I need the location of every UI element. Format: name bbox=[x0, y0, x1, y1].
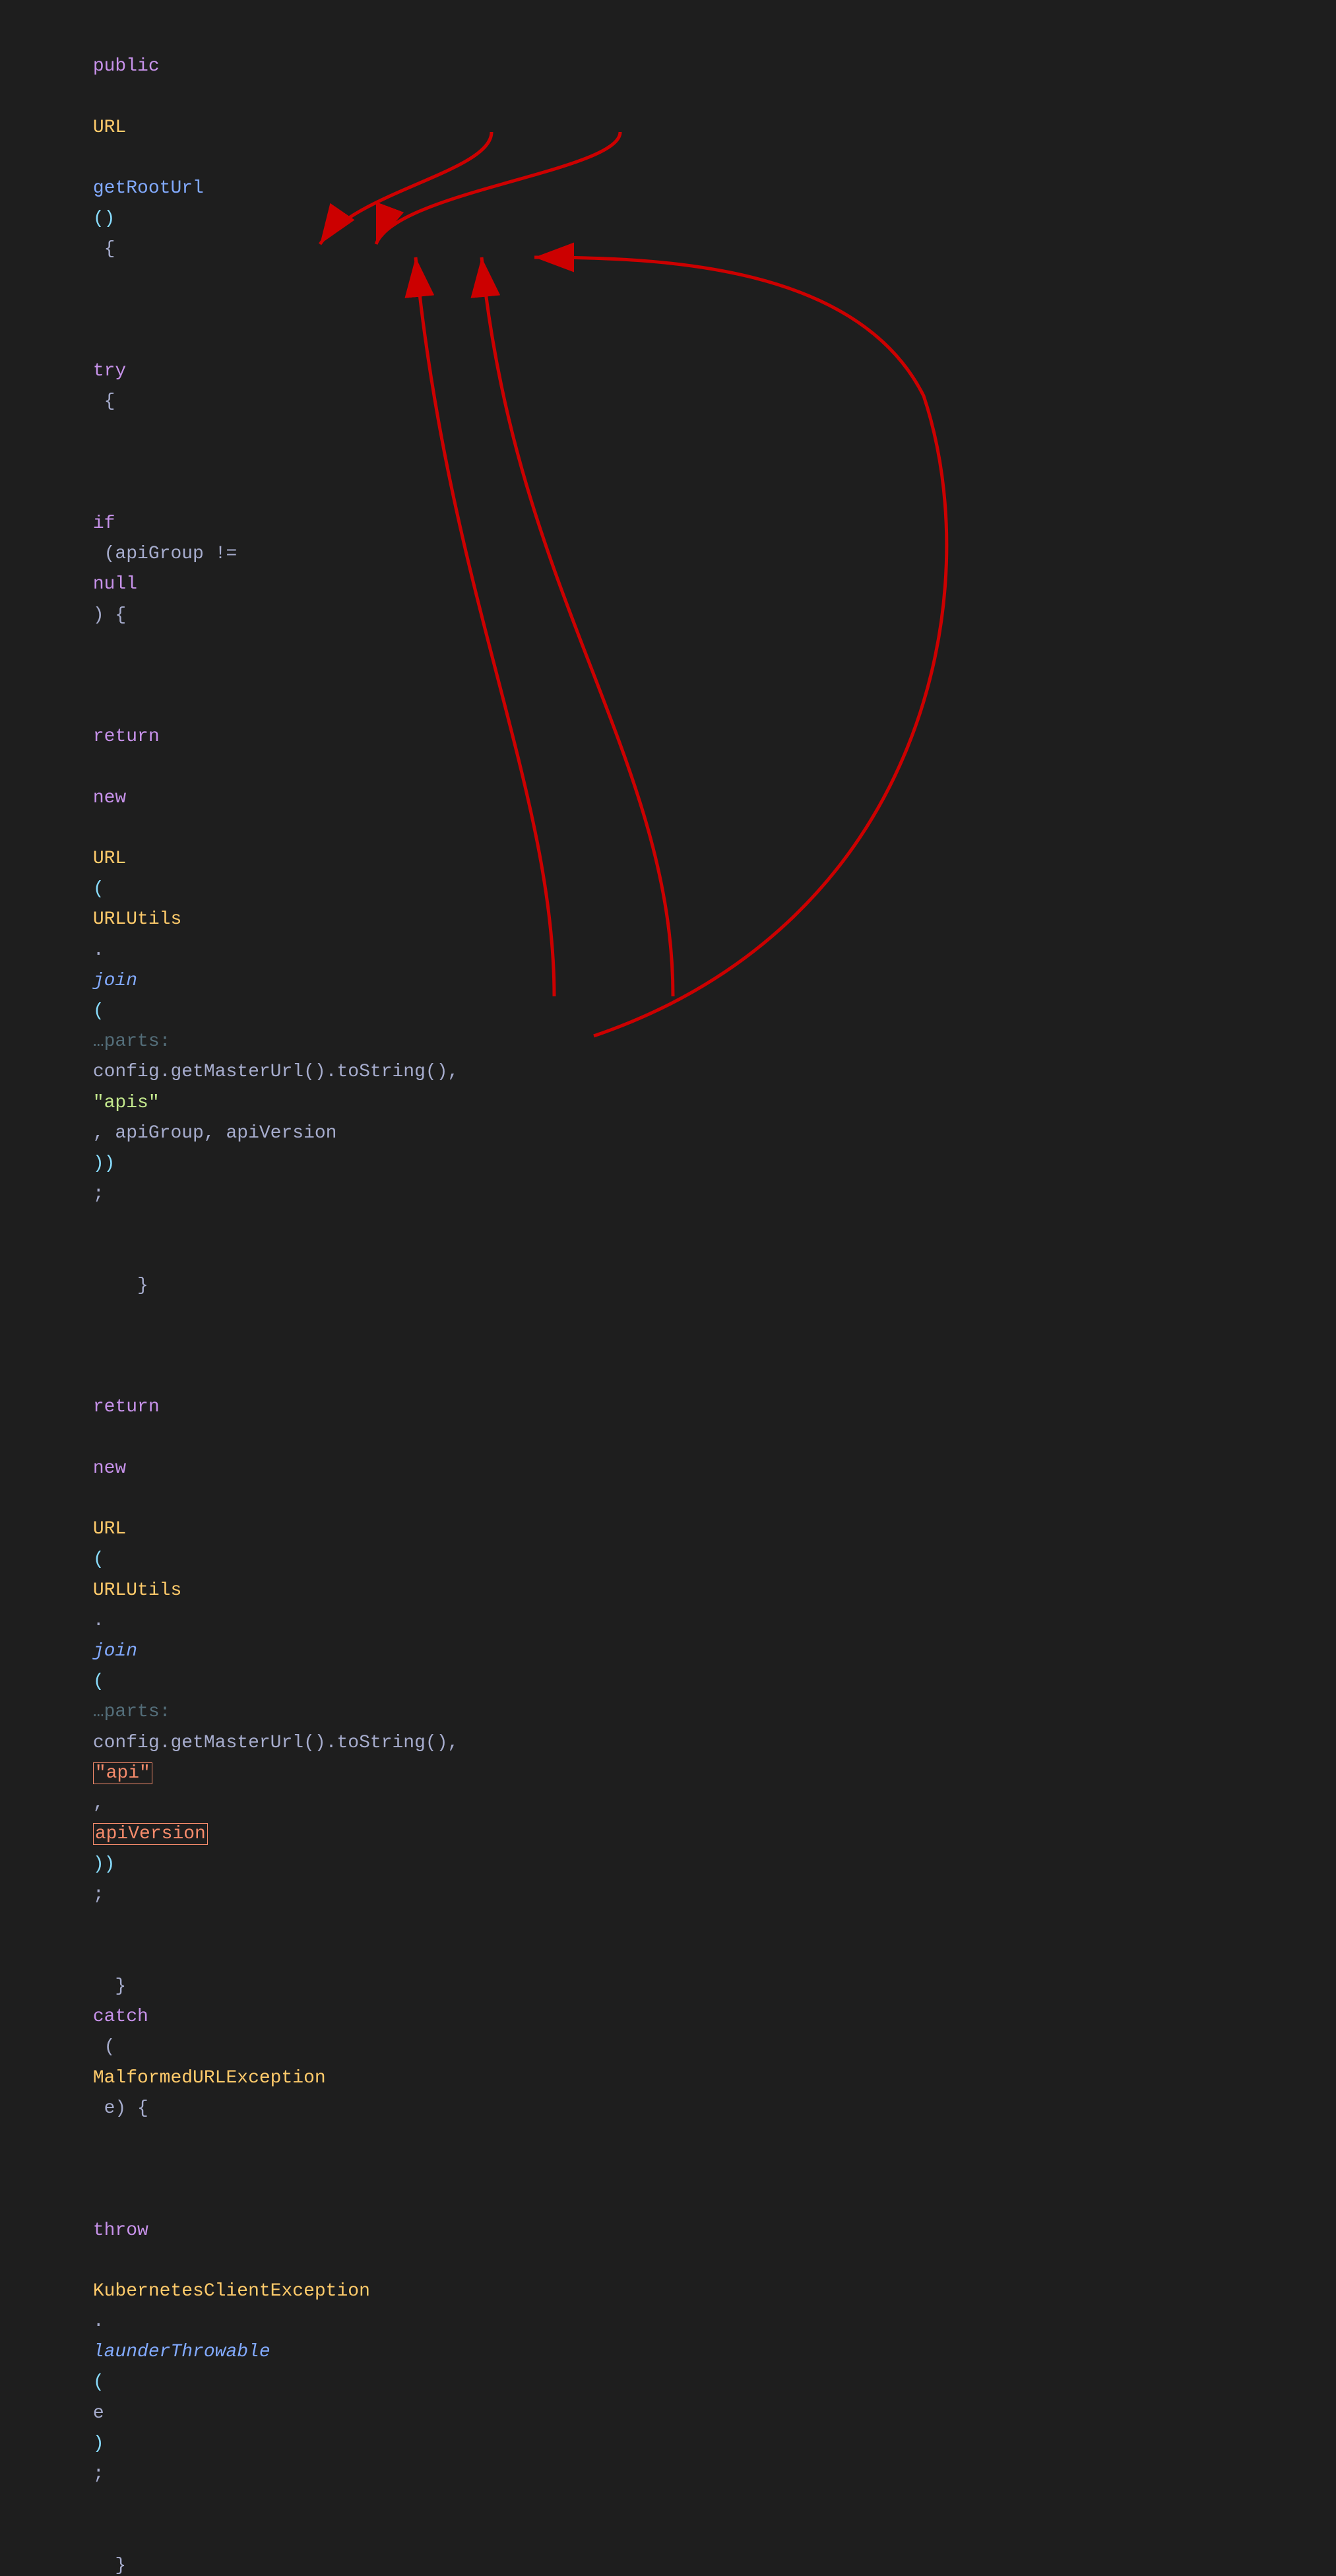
code-line-t9: } bbox=[26, 2520, 1310, 2576]
code-line-t6: return new URL ( URLUtils . join ( …part… bbox=[26, 1332, 1310, 1941]
code-line-t8: throw KubernetesClientException . launde… bbox=[26, 2154, 1310, 2520]
kw-public: public bbox=[93, 56, 160, 77]
code-line-t3: if (apiGroup != null ) { bbox=[26, 448, 1310, 661]
page-container: public URL getRootUrl () { try { if (api… bbox=[0, 0, 1336, 2576]
code-line-t5: } bbox=[26, 1240, 1310, 1332]
code-line-t2: try { bbox=[26, 296, 1310, 448]
code-line-t1: public URL getRootUrl () { bbox=[26, 21, 1310, 296]
top-code-block: public URL getRootUrl () { try { if (api… bbox=[0, 0, 1336, 2576]
code-line-t4: return new URL ( URLUtils . join ( …part… bbox=[26, 661, 1310, 1240]
code-line-t7: } catch ( MalformedURLException e) { bbox=[26, 1941, 1310, 2154]
